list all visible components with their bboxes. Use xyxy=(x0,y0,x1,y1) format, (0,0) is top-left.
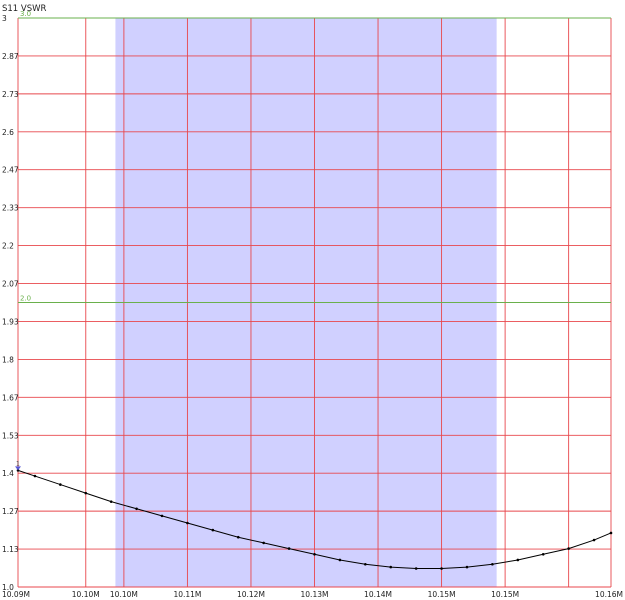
vswr-data-point xyxy=(59,483,62,486)
x-tick-label: 10.10M xyxy=(110,590,138,599)
x-tick-labels: 10.09M 10.10M 10.10M 10.11M 10.12M 10.13M 10.1… xyxy=(2,590,623,599)
y-tick-label: 1.27 xyxy=(2,507,19,516)
vswr-data-point xyxy=(211,528,215,532)
y-tick-label: 2.87 xyxy=(2,52,19,61)
chart-canvas: S11 VSWR 3.02.0 1 32.872.732.62.472.332.… xyxy=(2,4,623,599)
vswr-data-point xyxy=(389,565,393,569)
y-tick-label: 2.07 xyxy=(2,280,19,289)
vswr-data-point xyxy=(84,491,88,495)
y-tick-label: 2.33 xyxy=(2,204,19,213)
vswr-data-point xyxy=(33,474,37,478)
vswr-data-point xyxy=(262,541,265,545)
y-tick-label: 2.73 xyxy=(2,90,19,99)
y-tick-label: 2.47 xyxy=(2,166,19,175)
vswr-data-point xyxy=(160,514,164,518)
vswr-data-point xyxy=(313,552,316,556)
vswr-data-point xyxy=(414,567,418,570)
x-tick-label: 10.09M xyxy=(2,590,30,599)
reference-line-label: 2.0 xyxy=(20,295,31,303)
y-tick-labels: 3 2.87 2.73 2.6 2.47 2.33 2.2 2.07 1.93 1.8 1.67 1.… xyxy=(2,14,19,592)
marker-label: 1 xyxy=(16,460,20,467)
y-tick-label: 1.93 xyxy=(2,317,19,326)
vswr-data-point xyxy=(135,507,138,511)
vswr-data-point xyxy=(364,562,367,566)
x-tick-label: 10.12M xyxy=(237,590,265,599)
y-tick-label: 1.8 xyxy=(2,355,14,364)
x-tick-label: 10.11M xyxy=(173,590,201,599)
x-tick-label: 10.10M xyxy=(72,590,100,599)
x-tick-label: 10.13M xyxy=(301,590,329,599)
vswr-data-point xyxy=(186,521,189,525)
x-tick-label: 10.15M xyxy=(491,590,519,599)
x-tick-label: 10.14M xyxy=(364,590,392,599)
vswr-data-point xyxy=(592,538,596,542)
vswr-data-point xyxy=(465,565,469,569)
vswr-data-point xyxy=(236,535,240,539)
vswr-data-point xyxy=(491,562,494,566)
vswr-data-point xyxy=(109,500,113,503)
vswr-data-point xyxy=(609,531,613,535)
y-tick-label: 2.6 xyxy=(2,128,14,137)
y-tick-label: 1.13 xyxy=(2,545,19,554)
vswr-data-point xyxy=(567,547,570,550)
y-tick-label: 1.67 xyxy=(2,393,19,402)
y-tick-label: 2.2 xyxy=(2,242,14,251)
vswr-chart: S11 VSWR 3.0 2.0 1 3 2.87 2.73 2.6 2.47 2.33 2.… xyxy=(0,0,625,600)
vswr-data-point xyxy=(541,552,545,556)
reference-line-label: 3.0 xyxy=(20,10,31,18)
x-tick-label: 10.15M xyxy=(428,590,456,599)
y-tick-label: 1.4 xyxy=(2,469,14,478)
vswr-data-point xyxy=(440,567,443,570)
vswr-data-point xyxy=(338,558,342,562)
x-tick-label: 10.16M xyxy=(595,590,623,599)
vswr-data-point xyxy=(287,547,291,550)
y-tick-label: 1.53 xyxy=(2,431,19,440)
vswr-data-point xyxy=(516,558,520,562)
y-tick-label: 3 xyxy=(2,14,7,23)
